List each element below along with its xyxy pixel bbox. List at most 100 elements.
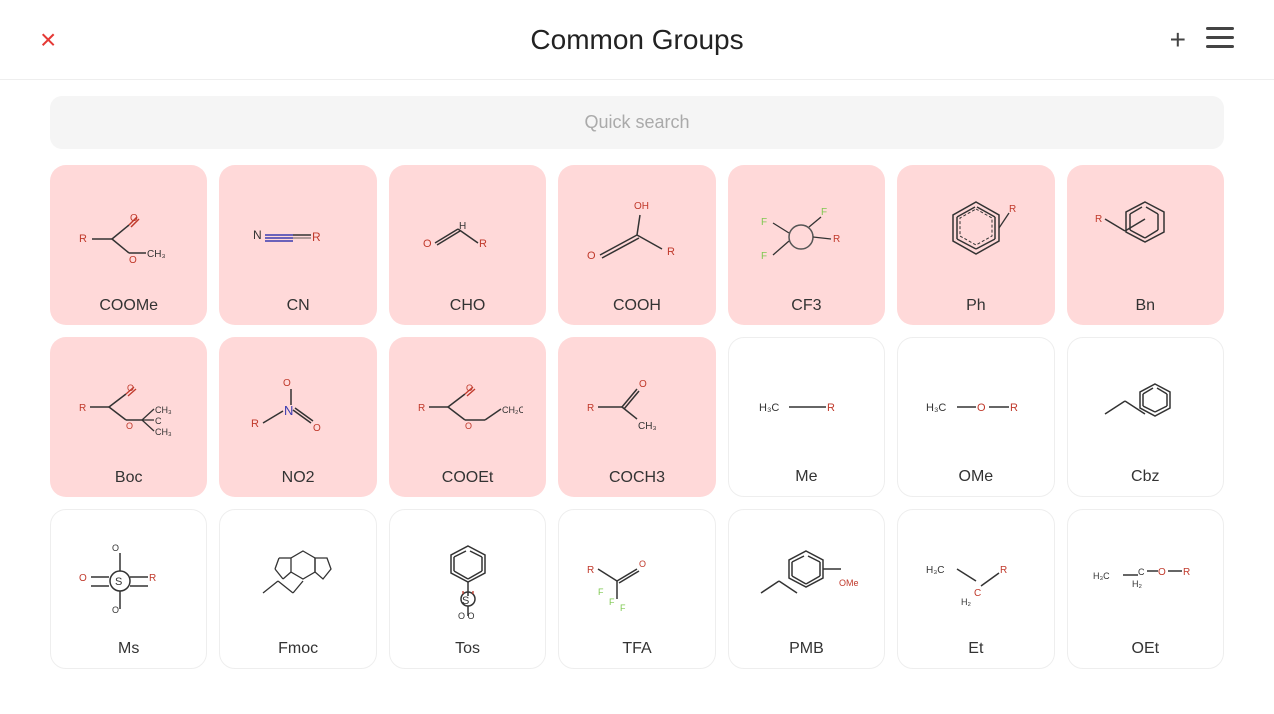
svg-text:CH₃: CH₃ (155, 405, 172, 415)
search-bar[interactable]: Quick search (50, 96, 1224, 149)
group-card-tfa[interactable]: R O F F F TFA (558, 509, 715, 669)
pmb-label: PMB (789, 640, 824, 658)
group-card-coch3[interactable]: R O CH₃ COCH3 (558, 337, 715, 497)
pmb-molecule: OMe (737, 520, 876, 632)
coome-molecule: R O O CH₃ (58, 175, 199, 289)
svg-text:O: O (1158, 567, 1166, 578)
group-card-oet[interactable]: H₃C C H₂ O R OEt (1067, 509, 1224, 669)
fmoc-label: Fmoc (278, 640, 318, 658)
group-card-cho[interactable]: O H R CHO (389, 165, 546, 325)
svg-text:F: F (761, 251, 767, 262)
list-icon (1206, 27, 1234, 49)
tfa-label: TFA (622, 640, 651, 658)
fmoc-molecule (228, 520, 367, 632)
ms-label: Ms (118, 640, 139, 658)
group-card-no2[interactable]: R N O O NO2 (219, 337, 376, 497)
group-card-me[interactable]: H₃C R Me (728, 337, 885, 497)
svg-text:R: R (833, 234, 840, 245)
svg-text:C: C (974, 588, 981, 599)
oet-label: OEt (1132, 640, 1160, 658)
svg-text:F: F (609, 597, 615, 607)
svg-text:O: O (112, 543, 119, 553)
group-card-cooh[interactable]: OH O R COOH (558, 165, 715, 325)
group-card-bn[interactable]: R Bn (1067, 165, 1224, 325)
ome-molecule: H₃C O R (906, 348, 1045, 460)
svg-text:S: S (462, 595, 469, 607)
bn-label: Bn (1135, 297, 1155, 315)
svg-text:H₂: H₂ (961, 597, 971, 607)
svg-text:F: F (761, 217, 767, 228)
ph-molecule: R (905, 175, 1046, 289)
group-card-boc[interactable]: R O O CH₃ C CH₃ Boc (50, 337, 207, 497)
svg-text:C: C (1138, 567, 1145, 577)
svg-text:N: N (253, 228, 262, 242)
coome-label: COOMe (99, 297, 158, 315)
svg-text:R: R (667, 246, 675, 258)
svg-text:H₃C: H₃C (926, 565, 945, 576)
group-card-coome[interactable]: R O O CH₃ COOMe (50, 165, 207, 325)
cf3-label: CF3 (791, 297, 821, 315)
svg-text:O: O (587, 250, 596, 262)
svg-text:CH₃: CH₃ (155, 427, 172, 437)
svg-text:O: O (129, 255, 137, 266)
svg-text:R: R (1183, 567, 1190, 578)
list-button[interactable] (1206, 26, 1234, 54)
cn-label: CN (287, 297, 310, 315)
group-card-pmb[interactable]: OMe PMB (728, 509, 885, 669)
et-molecule: H₃C C H₂ R (906, 520, 1045, 632)
cho-label: CHO (450, 297, 486, 315)
app-header: × Common Groups + (0, 0, 1274, 80)
tfa-molecule: R O F F F (567, 520, 706, 632)
svg-text:O: O (423, 238, 432, 250)
svg-text:R: R (149, 573, 156, 584)
svg-text:F: F (821, 207, 827, 218)
svg-text:S: S (115, 576, 122, 588)
group-card-ome[interactable]: H₃C O R OMe (897, 337, 1054, 497)
cbz-label: Cbz (1131, 468, 1159, 486)
svg-text:OMe: OMe (839, 578, 859, 588)
me-label: Me (795, 468, 817, 486)
oet-molecule: H₃C C H₂ O R (1076, 520, 1215, 632)
group-card-cbz[interactable]: Cbz (1067, 337, 1224, 497)
group-card-cf3[interactable]: F F F R CF3 (728, 165, 885, 325)
svg-text:O: O (465, 421, 472, 431)
ph-label: Ph (966, 297, 986, 315)
svg-text:O: O (639, 379, 647, 390)
svg-text:O: O (977, 402, 986, 414)
header-right: + (1170, 26, 1234, 54)
svg-text:H₃C: H₃C (759, 402, 779, 414)
svg-text:H₃C: H₃C (1093, 571, 1110, 581)
me-molecule: H₃C R (737, 348, 876, 460)
svg-text:O: O (112, 605, 119, 615)
ms-molecule: O S R O O (59, 520, 198, 632)
group-card-et[interactable]: H₃C C H₂ R Et (897, 509, 1054, 669)
svg-text:R: R (1095, 214, 1102, 225)
svg-text:OH: OH (634, 201, 649, 212)
tos-molecule: S O O (398, 520, 537, 632)
group-card-ph[interactable]: R Ph (897, 165, 1054, 325)
add-button[interactable]: + (1170, 26, 1186, 54)
et-label: Et (968, 640, 983, 658)
svg-text:R: R (479, 238, 487, 250)
svg-text:R: R (418, 403, 425, 414)
svg-text:O: O (639, 559, 646, 569)
svg-text:O O: O O (458, 611, 475, 621)
group-card-ms[interactable]: O S R O O Ms (50, 509, 207, 669)
no2-label: NO2 (282, 469, 315, 487)
cf3-molecule: F F F R (736, 175, 877, 289)
close-button[interactable]: × (40, 26, 56, 54)
svg-text:R: R (827, 402, 835, 414)
boc-molecule: R O O CH₃ C CH₃ (58, 347, 199, 461)
group-card-cn[interactable]: N R CN (219, 165, 376, 325)
group-card-fmoc[interactable]: Fmoc (219, 509, 376, 669)
ome-label: OMe (959, 468, 994, 486)
group-card-tos[interactable]: S O O Tos (389, 509, 546, 669)
svg-text:R: R (79, 233, 87, 245)
svg-text:R: R (1000, 565, 1007, 576)
bn-molecule: R (1075, 175, 1216, 289)
svg-text:O: O (283, 378, 291, 389)
cooh-label: COOH (613, 297, 661, 315)
cooet-molecule: R O O CH₂CH₃ (397, 347, 538, 461)
svg-text:N: N (284, 403, 293, 418)
group-card-cooet[interactable]: R O O CH₂CH₃ COOEt (389, 337, 546, 497)
